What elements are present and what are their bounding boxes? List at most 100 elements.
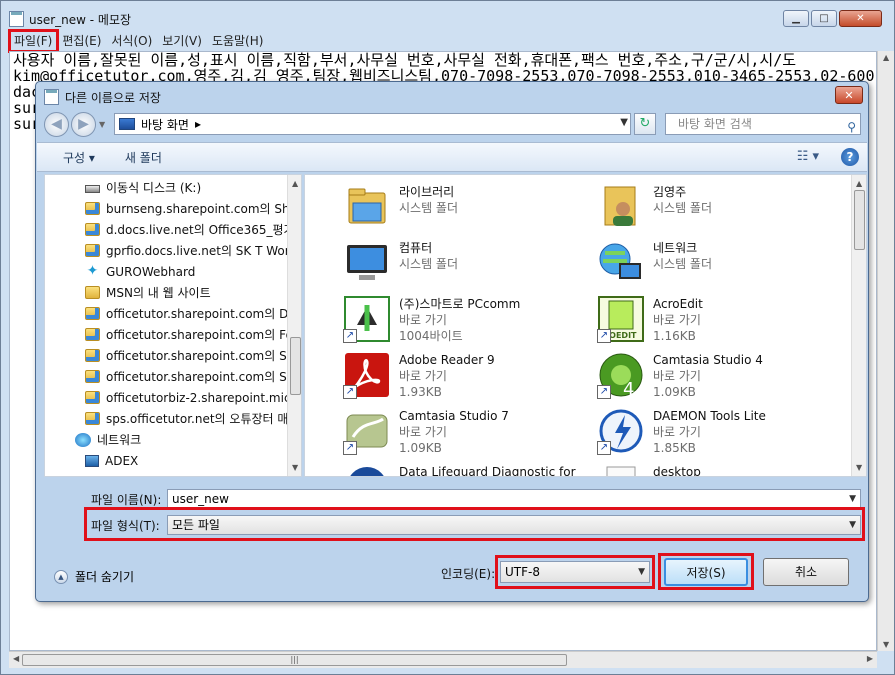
encoding-label: 인코딩(E): [441, 567, 496, 581]
file-scrollbar[interactable]: ▲ ▼ [851, 175, 866, 476]
nav-scrollbar[interactable]: ▲ ▼ [287, 175, 301, 476]
nav-scroll-thumb[interactable] [290, 337, 301, 395]
menu-view[interactable]: 보기(V) [157, 31, 207, 51]
file-name: AcroEdit [653, 297, 703, 311]
menu-file[interactable]: 파일(F) [9, 31, 57, 51]
file-line1: 바로 가기 [399, 369, 447, 383]
refresh-button[interactable]: ↻ [634, 113, 656, 135]
file-line2: 1.16KB [653, 329, 696, 343]
computer-icon [85, 475, 99, 476]
address-bar[interactable]: 바탕 화면 ▸ ▼ [114, 113, 631, 135]
file-item[interactable]: 김영주 시스템 폴더 [579, 183, 839, 237]
file-item-text: 라이브러리 시스템 폴더 [399, 184, 458, 216]
file-item[interactable]: ROEDIT ↗ AcroEdit 바로 가기 1.16KB [579, 295, 839, 349]
file-item[interactable]: Data Lifeguard Diagnostic for [325, 463, 585, 476]
nav-item[interactable]: gprfio.docs.live.net의 SK T Worksp [45, 240, 287, 261]
file-item[interactable]: 라이브러리 시스템 폴더 [325, 183, 585, 237]
nav-item[interactable]: d.docs.live.net의 Office365_평가판 [45, 219, 287, 240]
nav-tree: 이동식 디스크 (K:) burnseng.sharepoint.com의 Sha… [45, 177, 287, 476]
file-item[interactable]: ↗ Camtasia Studio 7 바로 가기 1.09KB [325, 407, 585, 461]
file-item-text: DAEMON Tools Lite 바로 가기 1.85KB [653, 408, 766, 456]
maximize-button[interactable]: □ [811, 10, 837, 27]
chevron-up-icon: ▲ [54, 569, 68, 584]
chevron-down-icon[interactable]: ▼ [638, 562, 645, 582]
sharepoint-folder-icon [85, 307, 100, 320]
nav-item[interactable]: officetutor.sharepoint.com의 Form [45, 324, 287, 345]
address-text: 바탕 화면 [141, 117, 189, 132]
drive-icon [85, 184, 100, 193]
network-icon [75, 432, 91, 447]
save-button[interactable]: 저장(S) [664, 558, 748, 586]
nav-item[interactable]: officetutorbiz-2.sharepoint.micros [45, 387, 287, 408]
breadcrumb-arrow-icon[interactable]: ▸ [195, 117, 201, 131]
camtasia4-icon: 4 ↗ [597, 351, 647, 401]
file-item[interactable]: 네트워크 시스템 폴더 [579, 239, 839, 293]
camtasia7-icon: ↗ [343, 407, 393, 457]
horizontal-scrollbar[interactable]: ◀ ||| ▶ [9, 651, 877, 668]
menu-help[interactable]: 도움말(H) [207, 31, 269, 51]
help-icon[interactable]: ? [841, 148, 859, 166]
file-line2: 1004바이트 [399, 329, 463, 343]
back-button[interactable]: ◀ [44, 111, 69, 137]
nav-item[interactable]: ✦ GUROWebhard [45, 261, 287, 282]
address-dropdown-icon[interactable]: ▼ [620, 117, 628, 128]
close-button[interactable]: ✕ [839, 10, 882, 27]
minimize-button[interactable]: ▁ [783, 10, 809, 27]
filename-value: user_new [172, 492, 229, 506]
menu-bar: 파일(F) 편집(E) 서식(O) 보기(V) 도움말(H) [9, 31, 268, 51]
menu-format[interactable]: 서식(O) [106, 31, 157, 51]
dialog-close-button[interactable]: ✕ [835, 86, 863, 104]
file-item[interactable]: desktop [579, 463, 839, 476]
encoding-value: UTF-8 [505, 565, 540, 579]
vertical-scrollbar[interactable]: ▲ ▼ [877, 51, 894, 651]
view-options-icon[interactable]: ☷ ▾ [797, 149, 819, 164]
nav-item[interactable]: sps.officetutor.net의 오튜장터 매출 [45, 408, 287, 429]
nav-item[interactable]: burnseng.sharepoint.com의 Share [45, 198, 287, 219]
nav-item[interactable]: ADEX [45, 450, 287, 471]
file-name: 컴퓨터 [399, 241, 433, 255]
nav-item-label: officetutor.sharepoint.com의 Form [106, 328, 287, 342]
save-as-dialog: 다른 이름으로 저장 ✕ ◀ ▶ ▼ 바탕 화면 ▸ ▼ ↻ 바탕 화면 검색 … [35, 81, 869, 602]
search-input[interactable]: 바탕 화면 검색 ⚲ [665, 113, 861, 135]
file-line1: 바로 가기 [653, 369, 701, 383]
encoding-select[interactable]: UTF-8 ▼ [500, 561, 650, 583]
organize-button[interactable]: 구성 ▾ [51, 149, 107, 166]
nav-item[interactable]: MSN의 내 웹 사이트 [45, 282, 287, 303]
file-scroll-thumb[interactable] [854, 190, 865, 250]
file-item[interactable]: ↗ DAEMON Tools Lite 바로 가기 1.85KB [579, 407, 839, 461]
nav-item[interactable]: FILEBANK [45, 471, 287, 476]
notepad-title-bar: user_new - 메모장 [9, 9, 131, 29]
nav-item-label: MSN의 내 웹 사이트 [106, 286, 211, 300]
menu-edit[interactable]: 편집(E) [57, 31, 106, 51]
file-line1: 시스템 폴더 [399, 257, 459, 271]
forward-button[interactable]: ▶ [71, 111, 96, 137]
file-item-text: Camtasia Studio 4 바로 가기 1.09KB [653, 352, 763, 400]
file-item[interactable]: 컴퓨터시스템 폴더 [325, 239, 585, 293]
file-name: Adobe Reader 9 [399, 353, 495, 367]
nav-item-label: officetutorbiz-2.sharepoint.micros [106, 390, 287, 405]
data-lifeguard-icon [343, 463, 393, 476]
filetype-select[interactable]: 모든 파일 ▼ [167, 515, 861, 535]
file-item-text: AcroEdit 바로 가기 1.16KB [653, 296, 703, 344]
file-name: Camtasia Studio 7 [399, 409, 509, 423]
file-item[interactable]: 4 ↗ Camtasia Studio 4 바로 가기 1.09KB [579, 351, 839, 405]
nav-item[interactable]: 네트워크 [45, 429, 287, 450]
hide-folders-button[interactable]: ▲ 폴더 숨기기 [54, 568, 134, 585]
nav-item[interactable]: officetutor.sharepoint.com의 Docu [45, 303, 287, 324]
file-name: (주)스마트로 PCcomm [399, 297, 521, 311]
chevron-down-icon[interactable]: ▼ [849, 490, 856, 508]
file-item[interactable]: ↗ (주)스마트로 PCcomm 바로 가기 1004바이트 [325, 295, 585, 349]
scroll-thumb[interactable]: ||| [22, 654, 567, 666]
computer-icon [85, 454, 99, 467]
file-item[interactable]: ↗ Adobe Reader 9 바로 가기 1.93KB [325, 351, 585, 405]
sharepoint-folder-icon [85, 328, 100, 341]
nav-item[interactable]: officetutor.sharepoint.com의 Shar [45, 366, 287, 387]
desktop-file-icon [597, 463, 647, 476]
nav-item[interactable]: 이동식 디스크 (K:) [45, 177, 287, 198]
nav-item[interactable]: officetutor.sharepoint.com의 Shar [45, 345, 287, 366]
chevron-down-icon[interactable]: ▼ [849, 516, 856, 534]
cancel-button[interactable]: 취소 [763, 558, 849, 586]
recent-locations-icon[interactable]: ▼ [99, 120, 105, 129]
new-folder-button[interactable]: 새 폴더 [113, 149, 174, 166]
filename-input[interactable]: user_new ▼ [167, 489, 861, 509]
